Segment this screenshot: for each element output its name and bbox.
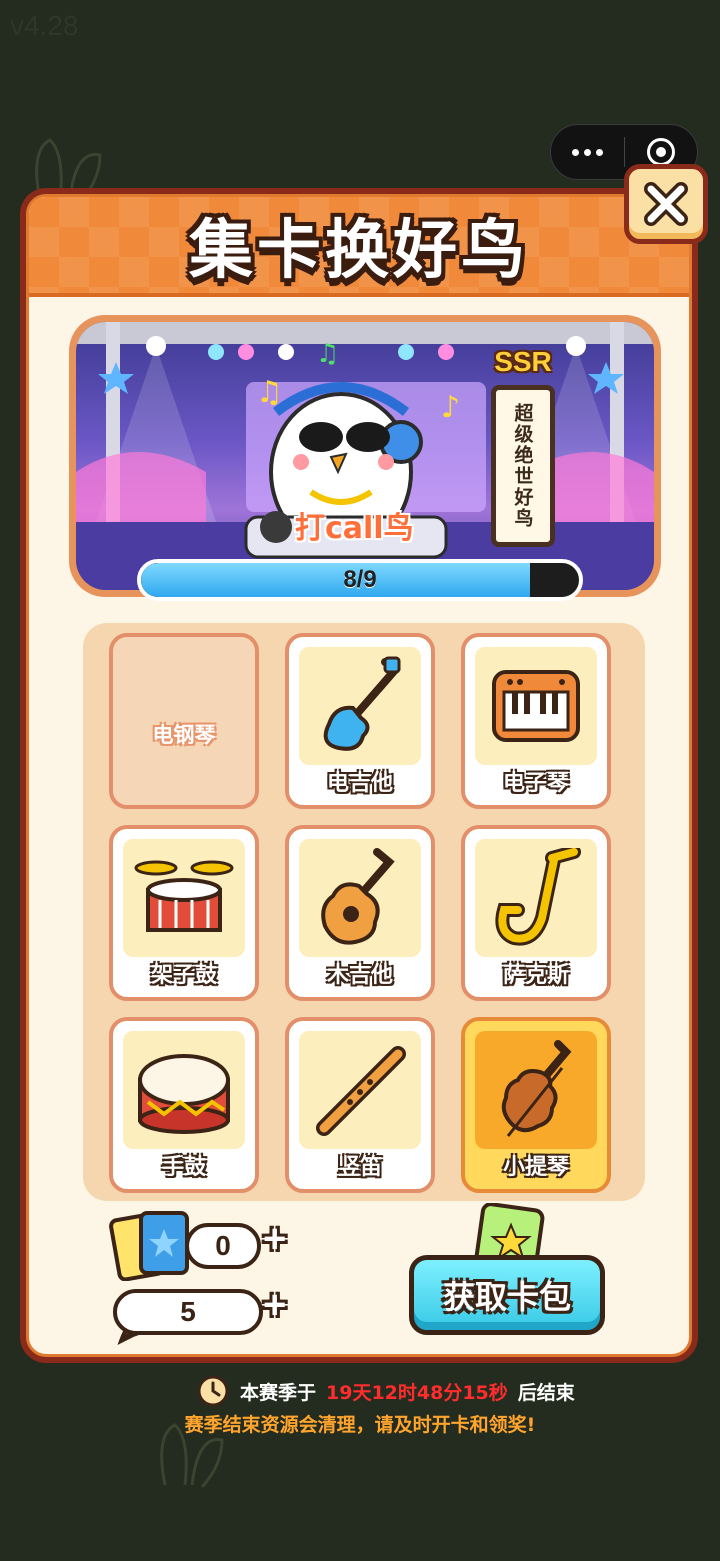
card-label: 萨克斯 [502,963,569,988]
card-art [299,1031,421,1149]
card-saxophone[interactable]: 萨克斯 [461,825,611,1001]
collect-cards-modal: 集卡换好鸟 ♫ ♫ ♪ 打call鸟 SSR 超级绝世好鸟 8/9 电钢琴 电吉… [20,188,698,1363]
recorder-icon [316,1046,406,1136]
saxophone-icon [495,848,581,946]
close-button[interactable] [624,164,708,244]
season-suffix: 后结束 [517,1381,575,1404]
card-label: 电钢琴 [152,723,216,747]
rarity-scroll: SSR 超级绝世好鸟 [485,337,561,547]
card-hand-drum[interactable]: 手鼓 [109,1017,259,1193]
character-name: 打call鸟 [295,511,414,546]
rarity-scroll-body: 超级绝世好鸟 [491,385,555,547]
card-label: 电吉他 [326,771,393,796]
card-art [123,839,245,957]
svg-text:♪: ♪ [441,390,460,425]
add-feather-button[interactable]: + [263,1283,286,1328]
acoustic-guitar-icon [321,848,395,945]
clock-icon [197,1375,229,1407]
drum-kit-icon [134,860,234,932]
card-label: 架子鼓 [150,963,217,988]
card-art [123,1031,245,1149]
card-drum-kit[interactable]: 架子鼓 [109,825,259,1001]
card-acoustic-guitar[interactable]: 木吉他 [285,825,435,1001]
season-countdown: 本赛季于 19天12时48分15秒 后结束 [196,1374,596,1408]
page-title: 集卡换好鸟 [189,214,529,288]
season-prefix: 本赛季于 [240,1381,317,1404]
svg-text:♫: ♫ [256,375,283,410]
more-button[interactable] [551,125,624,179]
violin-icon [501,1040,572,1137]
card-label: 小提琴 [502,1155,569,1180]
rarity-description: 超级绝世好鸟 [511,403,534,529]
get-card-pack-button[interactable]: 获取卡包 [409,1255,605,1335]
add-card-pack-button[interactable]: + [263,1217,286,1262]
card-pack-count: 0 [185,1223,261,1269]
card-art [299,839,421,957]
card-art [299,647,421,765]
svg-text:♫: ♫ [316,339,339,369]
card-recorder[interactable]: 竖笛 [285,1017,435,1193]
season-notice: 赛季结束资源会清理，请及时开卡和领奖! [184,1414,536,1436]
card-electric-piano[interactable]: 电钢琴 [109,633,259,809]
collection-progress-bar: 8/9 [137,559,583,601]
version-label: v4.28 [10,10,79,41]
card-label: 木吉他 [326,963,393,988]
close-icon [644,182,688,226]
electric-guitar-icon [323,656,401,751]
card-art [475,647,597,765]
more-dots-icon [571,148,603,156]
modal-header: 集卡换好鸟 [29,197,689,297]
rarity-badge: SSR [494,346,552,377]
reward-banner: ♫ ♫ ♪ [69,315,661,597]
stage-scene: ♫ ♫ ♪ [76,322,654,590]
card-violin[interactable]: 小提琴 [461,1017,611,1193]
card-label: 手鼓 [161,1155,206,1180]
card-keyboard[interactable]: 电子琴 [461,633,611,809]
feather-count: 5 [113,1289,263,1335]
card-label: 竖笛 [337,1155,382,1180]
card-art [475,1031,597,1149]
season-time-remaining: 19天12时48分15秒 [326,1381,508,1404]
hand-drum-icon [138,1054,230,1134]
card-electric-guitar[interactable]: 电吉他 [285,633,435,809]
card-art [475,839,597,957]
card-label: 电子琴 [502,771,569,796]
target-icon [646,138,675,166]
keyboard-icon [492,670,580,742]
stage-illustration: ♫ ♫ ♪ [76,322,654,590]
progress-label: 8/9 [343,566,377,593]
